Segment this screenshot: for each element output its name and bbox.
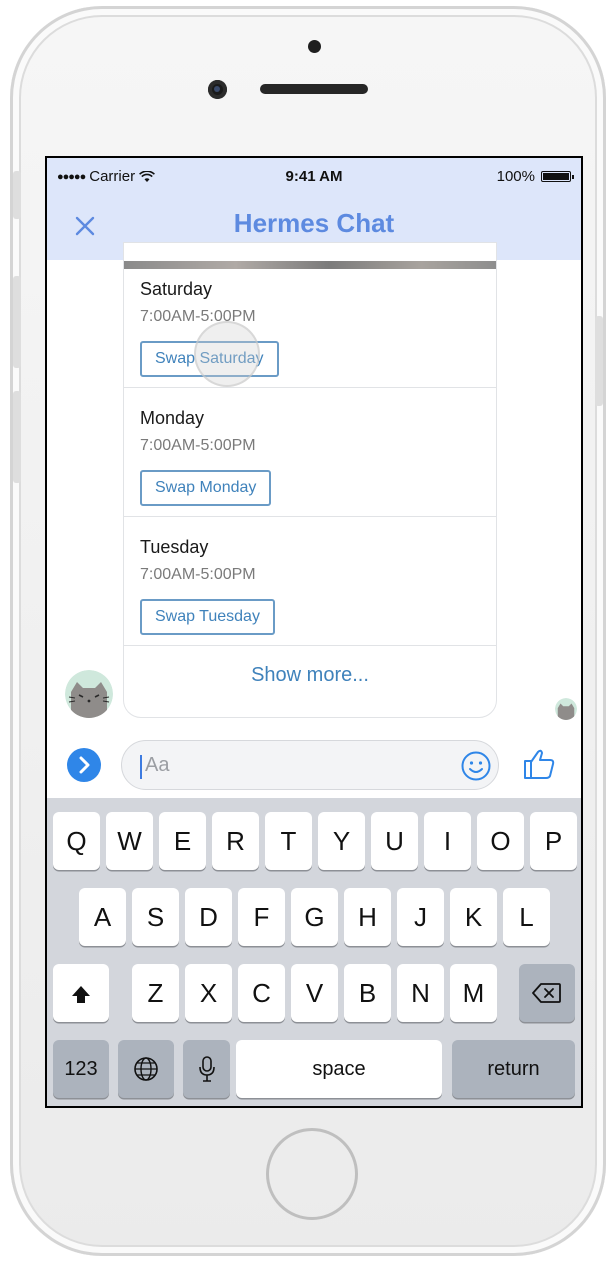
key-z[interactable]: Z [132, 964, 179, 1022]
key-o[interactable]: O [477, 812, 524, 870]
shift-day: Monday [140, 408, 205, 428]
key-k[interactable]: K [450, 888, 497, 946]
key-c[interactable]: C [238, 964, 285, 1022]
key-s[interactable]: S [132, 888, 179, 946]
battery-icon [541, 171, 574, 182]
more-actions-button[interactable] [67, 748, 101, 782]
key-m[interactable]: M [450, 964, 497, 1022]
volume-down-button [13, 391, 21, 483]
key-x[interactable]: X [185, 964, 232, 1022]
key-n[interactable]: N [397, 964, 444, 1022]
key-e[interactable]: E [159, 812, 206, 870]
key-h[interactable]: H [344, 888, 391, 946]
front-camera [208, 80, 227, 99]
screen: ●●●●● Carrier 9:41 AM 100% Hermes Chat S… [45, 156, 583, 1108]
globe-key[interactable] [118, 1040, 174, 1098]
touch-indicator [194, 321, 260, 387]
numbers-key[interactable]: 123 [53, 1040, 109, 1098]
status-bar: ●●●●● Carrier 9:41 AM 100% [47, 158, 581, 194]
battery-percent: 100% [496, 168, 535, 185]
message-input[interactable]: Aa [121, 740, 499, 790]
bot-avatar [65, 670, 113, 718]
space-key[interactable]: space [236, 1040, 442, 1098]
globe-icon [134, 1057, 158, 1082]
shift-day: Tuesday [140, 537, 209, 557]
backspace-key[interactable] [519, 964, 575, 1022]
microphone-icon [198, 1056, 215, 1083]
home-button[interactable] [266, 1128, 358, 1220]
show-more-link[interactable]: Show more... [124, 645, 496, 715]
shift-icon [72, 986, 90, 1004]
read-receipt-avatar [555, 698, 577, 720]
earpiece-speaker [260, 84, 368, 94]
composer-bar: Aa [47, 732, 581, 798]
schedule-card: Saturday 7:00AM-5:00PM Swap Saturday Mon… [123, 242, 497, 718]
sensor-dot [308, 40, 321, 53]
key-f[interactable]: F [238, 888, 285, 946]
key-w[interactable]: W [106, 812, 153, 870]
microphone-key[interactable] [183, 1040, 230, 1098]
key-r[interactable]: R [212, 812, 259, 870]
message-placeholder: Aa [145, 754, 170, 776]
key-i[interactable]: I [424, 812, 471, 870]
key-p[interactable]: P [530, 812, 577, 870]
return-key[interactable]: return [452, 1040, 575, 1098]
swap-monday-button[interactable]: Swap Monday [140, 470, 272, 506]
key-a[interactable]: A [79, 888, 126, 946]
key-t[interactable]: T [265, 812, 312, 870]
key-l[interactable]: L [503, 888, 550, 946]
key-y[interactable]: Y [318, 812, 365, 870]
shift-item-monday: Monday 7:00AM-5:00PM Swap Monday [124, 388, 496, 517]
key-d[interactable]: D [185, 888, 232, 946]
key-b[interactable]: B [344, 964, 391, 1022]
power-button [595, 316, 603, 406]
key-v[interactable]: V [291, 964, 338, 1022]
chevron-right-icon [79, 756, 90, 774]
shift-key[interactable] [53, 964, 109, 1022]
shift-item-saturday: Saturday 7:00AM-5:00PM Swap Saturday [124, 259, 496, 388]
shift-hours: 7:00AM-5:00PM [140, 566, 256, 583]
backspace-icon [532, 983, 561, 1004]
shift-day: Saturday [140, 279, 213, 299]
shift-hours: 7:00AM-5:00PM [140, 437, 256, 454]
key-j[interactable]: J [397, 888, 444, 946]
volume-up-button [13, 276, 21, 368]
key-g[interactable]: G [291, 888, 338, 946]
shift-item-tuesday: Tuesday 7:00AM-5:00PM Swap Tuesday [124, 517, 496, 646]
emoji-icon[interactable] [460, 750, 492, 782]
key-q[interactable]: Q [53, 812, 100, 870]
page-title: Hermes Chat [233, 208, 395, 238]
mute-switch [13, 171, 21, 219]
thumbs-up-icon[interactable] [521, 746, 557, 782]
key-u[interactable]: U [371, 812, 418, 870]
keyboard: Q W E R T Y U I O P A S D F G H J K L Z … [47, 798, 581, 1106]
text-cursor [140, 755, 142, 779]
swap-tuesday-button[interactable]: Swap Tuesday [140, 599, 275, 635]
